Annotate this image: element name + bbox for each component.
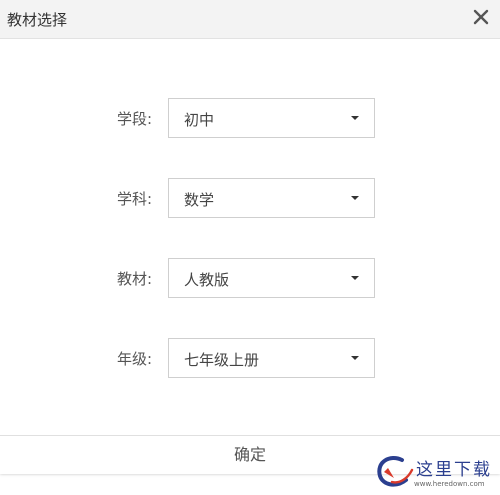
dialog-titlebar: 教材选择 (0, 0, 500, 39)
grade-row: 年级: 七年级上册 (0, 338, 500, 378)
textbook-value: 人教版 (184, 271, 230, 289)
chevron-down-icon (351, 356, 359, 360)
subject-label: 学科: (116, 190, 152, 208)
watermark-url: www.heredown.com (414, 480, 485, 488)
grade-select[interactable]: 七年级上册 (168, 338, 375, 378)
school-stage-row: 学段: 初中 (0, 98, 500, 138)
grade-label: 年级: (116, 350, 152, 368)
grade-value: 七年级上册 (184, 351, 260, 369)
school-stage-select[interactable]: 初中 (168, 98, 375, 138)
chevron-down-icon (351, 276, 359, 280)
subject-value: 数学 (184, 191, 215, 209)
watermark-text: 这里下载 (416, 460, 492, 480)
textbook-selection-dialog: 教材选择 学段: 初中 学科: 数学 教材: 人教版 年级: 七年级上册 确定 (0, 0, 500, 474)
textbook-row: 教材: 人教版 (0, 258, 500, 298)
school-stage-label: 学段: (116, 110, 152, 128)
subject-row: 学科: 数学 (0, 178, 500, 218)
close-icon[interactable] (470, 6, 492, 28)
dialog-title: 教材选择 (7, 11, 68, 29)
textbook-label: 教材: (116, 270, 152, 288)
textbook-select[interactable]: 人教版 (168, 258, 375, 298)
chevron-down-icon (351, 116, 359, 120)
watermark-logo: 这里下载 www.heredown.com (372, 452, 496, 494)
subject-select[interactable]: 数学 (168, 178, 375, 218)
school-stage-value: 初中 (184, 111, 215, 129)
chevron-down-icon (351, 196, 359, 200)
watermark-logo-icon (377, 456, 414, 487)
